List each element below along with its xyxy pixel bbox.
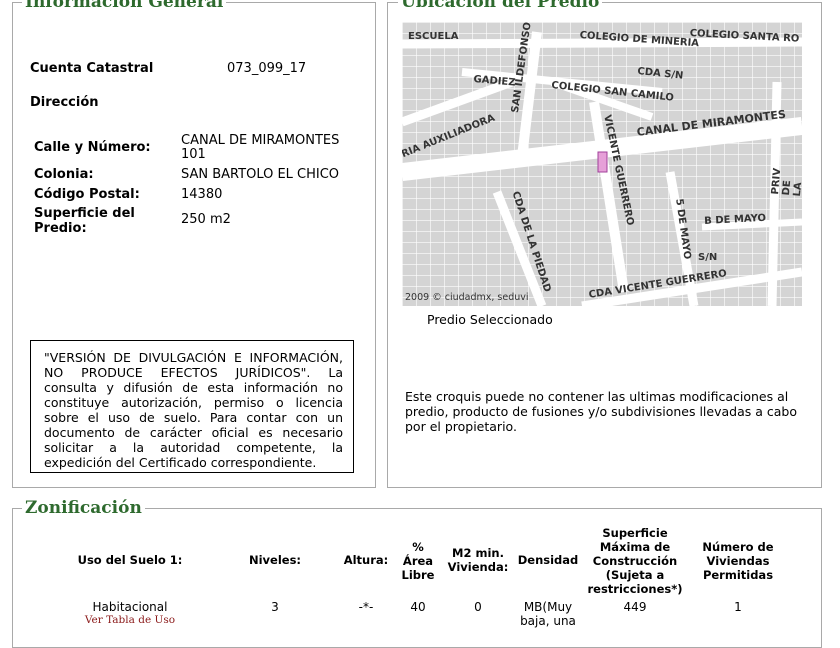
header-viviendas-line3: Permitidas <box>702 568 774 582</box>
header-densidad: Densidad <box>517 553 579 567</box>
map-label-sn: S/N <box>698 252 718 263</box>
cuenta-catastral-label: Cuenta Catastral <box>30 61 154 76</box>
header-sup-line1: Superficie <box>602 526 668 540</box>
superficie-label-line1: Superficie del <box>34 206 135 221</box>
cell-viviendas: 1 <box>734 600 742 614</box>
croquis-note: Este croquis puede no contener las ultim… <box>405 389 797 434</box>
cell-densidad-line2: baja, una <box>520 614 576 628</box>
cell-superficie-maxima: 449 <box>623 600 647 614</box>
superficie-value: 250 m2 <box>181 212 231 227</box>
location-map[interactable]: ESCUELA COLEGIO DE MINERIA COLEGIO SANTA… <box>402 22 802 306</box>
cell-altura: -*- <box>358 600 374 614</box>
header-uso: Uso del Suelo 1: <box>77 553 183 567</box>
header-sup-line4: (Sujeta a <box>605 568 665 582</box>
map-label-priv-rosa: PRIV DE LA ROSA <box>770 167 802 197</box>
cell-m2-vivienda: 0 <box>474 600 482 614</box>
calle-label: Calle y Número: <box>34 140 151 155</box>
map-graphic <box>402 22 802 306</box>
cell-niveles: 3 <box>271 600 279 614</box>
predio-caption: Predio Seleccionado <box>427 312 553 327</box>
header-viviendas-line2: Viviendas <box>706 554 770 568</box>
header-area-line3: Libre <box>401 568 435 582</box>
map-copyright: 2009 © ciudadmx, seduvi <box>405 292 529 303</box>
header-viviendas-line1: Número de <box>702 540 774 554</box>
predio-highlight <box>597 151 608 173</box>
header-m2-line1: M2 min. <box>452 546 504 560</box>
codigo-postal-label: Código Postal: <box>34 187 140 202</box>
ubicacion-legend: Ubicación del Predio <box>398 0 603 12</box>
header-sup-line3: Construcción <box>592 554 678 568</box>
header-area-line2: Área <box>402 554 434 568</box>
direccion-label: Dirección <box>30 95 99 110</box>
header-niveles: Niveles: <box>248 553 302 567</box>
colonia-value: SAN BARTOLO EL CHICO <box>181 167 340 182</box>
cell-area-libre: 40 <box>410 600 426 614</box>
cell-uso: Habitacional <box>92 600 168 614</box>
superficie-label-line2: Predio: <box>34 221 87 236</box>
header-area-line1: % <box>412 540 424 554</box>
header-sup-line5: restricciones*) <box>587 582 683 596</box>
zonificacion-legend: Zonificación <box>22 498 145 518</box>
header-m2-line2: Vivienda: <box>447 560 509 574</box>
calle-value-line2: 101 <box>181 147 206 162</box>
map-label-escuela: ESCUELA <box>408 31 459 42</box>
header-sup-line2: Máxima de <box>599 540 671 554</box>
disclaimer-box: "VERSIÓN DE DIVULGACIÓN E INFORMACIÓN, N… <box>30 340 354 473</box>
header-altura: Altura: <box>343 553 389 567</box>
cuenta-catastral-value: 073_099_17 <box>227 61 307 76</box>
cell-densidad-line1: MB(Muy <box>523 600 573 614</box>
ver-tabla-uso-link[interactable]: Ver Tabla de Uso <box>60 614 200 628</box>
codigo-postal-value: 14380 <box>181 187 223 202</box>
general-info-legend: Información General <box>22 0 227 12</box>
colonia-label: Colonia: <box>34 167 94 182</box>
calle-value-line1: CANAL DE MIRAMONTES <box>181 133 340 148</box>
